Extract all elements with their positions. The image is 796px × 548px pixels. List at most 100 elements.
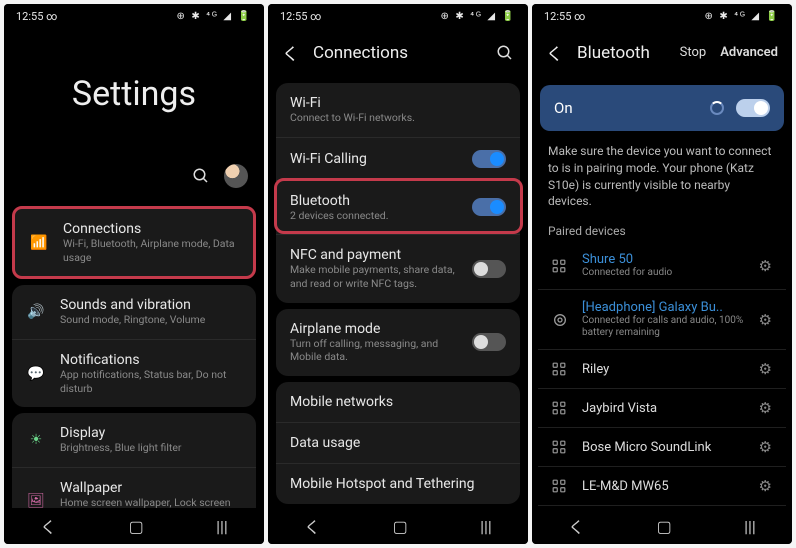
row-title: NFC and payment <box>290 247 458 263</box>
nav-bar: く ▢ ||| <box>4 508 264 544</box>
pairing-note: Make sure the device you want to connect… <box>532 139 792 220</box>
settings-card: 📶 ConnectionsWi-Fi, Bluetooth, Airplane m… <box>12 206 256 279</box>
status-extra: ∞ <box>310 10 321 23</box>
device-name: LE-M&D MW65 <box>582 479 747 494</box>
nav-back[interactable]: く <box>40 514 56 538</box>
connections-row-mobile-networks[interactable]: Mobile networks <box>276 382 520 422</box>
toggle-switch[interactable] <box>472 198 506 216</box>
section-header: Paired devices <box>532 220 792 242</box>
nav-home[interactable]: ▢ <box>129 517 144 536</box>
row-subtitle: Brightness, Blue light filter <box>60 441 242 455</box>
device-row[interactable]: Jaybird Vista⚙ <box>538 389 786 428</box>
search-icon[interactable] <box>496 44 514 62</box>
device-name: [Headphone] Galaxy Bu.. <box>582 300 747 315</box>
row-title: Data usage <box>290 435 506 451</box>
connections-row-data-usage[interactable]: Data usage <box>276 422 520 463</box>
gear-icon[interactable]: ⚙ <box>759 477 772 495</box>
nav-recent[interactable]: ||| <box>744 517 756 536</box>
toggle-switch[interactable] <box>736 99 770 117</box>
settings-row-connections[interactable]: 📶 ConnectionsWi-Fi, Bluetooth, Airplane m… <box>15 209 253 276</box>
gear-icon[interactable]: ⚙ <box>759 360 772 378</box>
device-name: Riley <box>582 362 747 377</box>
row-icon: 💬 <box>26 366 46 382</box>
status-bar: 12:55 ∞ ⊕ ✱ ⁴ᴳ ◢ 🔋 <box>268 4 528 28</box>
device-name: Bose Micro SoundLink <box>582 440 747 455</box>
settings-row-wallpaper[interactable]: 🖼WallpaperHome screen wallpaper, Lock sc… <box>12 467 256 508</box>
avatar[interactable] <box>224 164 248 188</box>
row-subtitle: Sound mode, Ringtone, Volume <box>60 313 242 327</box>
toggle-switch[interactable] <box>472 150 506 168</box>
nav-back[interactable]: く <box>568 514 584 538</box>
device-status: Connected for calls and audio, 100% batt… <box>582 315 747 339</box>
device-row[interactable]: LE-M&D MW65 ⚙ <box>538 467 786 506</box>
row-title: Display <box>60 425 242 441</box>
connections-row-bluetooth[interactable]: Bluetooth2 devices connected. <box>276 180 520 235</box>
nav-bar: く ▢ ||| <box>532 508 792 544</box>
settings-row-display[interactable]: ☀ DisplayBrightness, Blue light filter <box>12 413 256 467</box>
advanced-button[interactable]: Advanced <box>720 45 778 60</box>
gear-icon[interactable]: ⚙ <box>759 257 772 275</box>
settings-card: Wi-FiConnect to Wi-Fi networks.Wi-Fi Cal… <box>276 83 520 303</box>
gear-icon[interactable]: ⚙ <box>759 399 772 417</box>
row-subtitle: Wi-Fi, Bluetooth, Airplane mode, Data us… <box>63 237 239 264</box>
connections-row-wi-fi-calling[interactable]: Wi-Fi Calling <box>276 137 520 180</box>
row-title: Connections <box>63 221 239 237</box>
settings-card: 🔊Sounds and vibrationSound mode, Rington… <box>12 285 256 407</box>
device-row[interactable]: Riley ⚙ <box>538 350 786 389</box>
connections-row-wi-fi[interactable]: Wi-FiConnect to Wi-Fi networks. <box>276 83 520 137</box>
row-title: Notifications <box>60 352 242 368</box>
gear-icon[interactable]: ⚙ <box>759 311 772 329</box>
row-subtitle: Turn off calling, messaging, and Mobile … <box>290 337 458 364</box>
settings-row-sounds-and-vibration[interactable]: 🔊Sounds and vibrationSound mode, Rington… <box>12 285 256 339</box>
phone-bluetooth: 12:55 ∞ ⊕ ✱ ⁴ᴳ ◢ 🔋 く Bluetooth Stop Adva… <box>532 4 792 544</box>
row-title: Bluetooth <box>290 193 458 209</box>
search-icon[interactable] <box>192 167 210 185</box>
device-name: Shure 50 <box>582 252 747 267</box>
toggle-switch[interactable] <box>472 333 506 351</box>
nav-home[interactable]: ▢ <box>657 517 672 536</box>
nav-back[interactable]: く <box>304 514 320 538</box>
back-icon[interactable]: く <box>282 40 299 65</box>
device-type-icon <box>552 479 570 493</box>
row-icon: 📶 <box>29 235 49 251</box>
status-extra: ∞ <box>46 10 57 23</box>
connections-row-airplane-mode[interactable]: Airplane modeTurn off calling, messaging… <box>276 309 520 376</box>
row-title: Airplane mode <box>290 321 458 337</box>
connections-row-mobile-hotspot-and-tethering[interactable]: Mobile Hotspot and Tethering <box>276 463 520 504</box>
row-icon: ☀ <box>26 432 46 448</box>
row-title: Wi-Fi <box>290 95 506 111</box>
on-label: On <box>554 99 573 117</box>
status-time: 12:55 <box>280 10 307 23</box>
status-icons: ⊕ ✱ ⁴ᴳ ◢ 🔋 <box>177 11 252 22</box>
back-icon[interactable]: く <box>546 40 563 65</box>
row-subtitle: Home screen wallpaper, Lock screen wallp… <box>60 496 242 508</box>
connections-row-nfc-and-payment[interactable]: NFC and paymentMake mobile payments, sha… <box>276 234 520 302</box>
status-extra: ∞ <box>574 10 585 23</box>
phone-settings: 12:55 ∞ ⊕ ✱ ⁴ᴳ ◢ 🔋 Settings 📶Connections… <box>4 4 264 544</box>
nav-home[interactable]: ▢ <box>393 517 408 536</box>
settings-row-notifications[interactable]: 💬NotificationsApp notifications, Status … <box>12 339 256 407</box>
loading-spinner-icon <box>710 101 724 115</box>
gear-icon[interactable]: ⚙ <box>759 438 772 456</box>
row-subtitle: Connect to Wi-Fi networks. <box>290 111 506 125</box>
bluetooth-on-toggle[interactable]: On <box>540 85 784 131</box>
row-icon: 🔊 <box>26 304 46 320</box>
status-bar: 12:55 ∞ ⊕ ✱ ⁴ᴳ ◢ 🔋 <box>4 4 264 28</box>
row-subtitle: Make mobile payments, share data, and re… <box>290 263 458 290</box>
nav-bar: く ▢ ||| <box>268 508 528 544</box>
status-time: 12:55 <box>16 10 43 23</box>
row-title: Mobile Hotspot and Tethering <box>290 476 506 492</box>
nav-recent[interactable]: ||| <box>480 517 492 536</box>
header-title: Bluetooth <box>577 43 650 63</box>
row-title: Mobile networks <box>290 394 506 410</box>
toggle-switch[interactable] <box>472 260 506 278</box>
device-type-icon <box>552 440 570 454</box>
device-row[interactable]: Shure 50Connected for audio⚙ <box>538 242 786 290</box>
row-subtitle: 2 devices connected. <box>290 209 458 223</box>
nav-recent[interactable]: ||| <box>216 517 228 536</box>
device-type-icon <box>552 401 570 415</box>
device-row[interactable]: [Headphone] Galaxy Bu..Connected for cal… <box>538 290 786 350</box>
status-icons: ⊕ ✱ ⁴ᴳ ◢ 🔋 <box>441 11 516 22</box>
device-row[interactable]: Bose Micro SoundLink ⚙ <box>538 428 786 467</box>
stop-button[interactable]: Stop <box>680 45 707 60</box>
